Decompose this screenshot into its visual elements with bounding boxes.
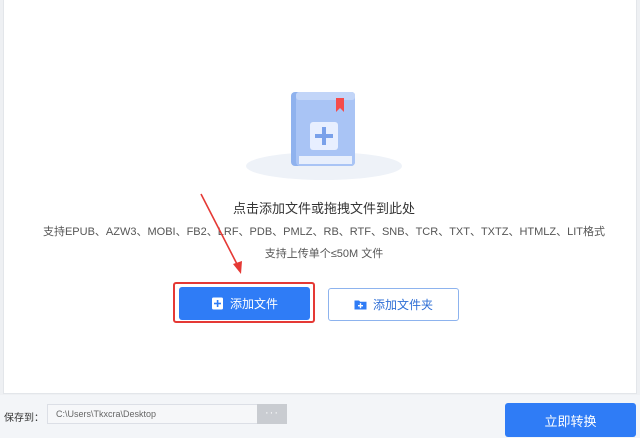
size-limit: 支持上传单个≤50M 文件: [264, 248, 384, 260]
save-to-label: 保存到：: [4, 413, 44, 424]
add-folder-label: 添加文件夹: [372, 298, 433, 312]
add-folder-button[interactable]: 添加文件夹: [328, 288, 459, 321]
book-add-icon: [246, 92, 402, 180]
add-file-button[interactable]: 添加文件: [179, 287, 310, 320]
browse-button[interactable]: ···: [257, 404, 287, 424]
annotation-arrow: [200, 193, 242, 274]
file-add-icon: [211, 297, 223, 310]
save-path-field[interactable]: C:\Users\Tkxcra\Desktop: [47, 404, 258, 424]
supported-formats: 支持EPUB、AZW3、MOBI、FB2、LRF、PDB、PMLZ、RB、RTF…: [42, 226, 606, 238]
footer-bar: 保存到： C:\Users\Tkxcra\Desktop ··· 立即转换: [0, 395, 640, 438]
convert-button[interactable]: 立即转换: [505, 403, 636, 437]
folder-add-icon: [354, 300, 367, 310]
add-file-label: 添加文件: [229, 297, 278, 311]
drop-area[interactable]: 点击添加文件或拖拽文件到此处 支持EPUB、AZW3、MOBI、FB2、LRF、…: [3, 0, 637, 394]
drop-prompt: 点击添加文件或拖拽文件到此处: [232, 201, 415, 216]
